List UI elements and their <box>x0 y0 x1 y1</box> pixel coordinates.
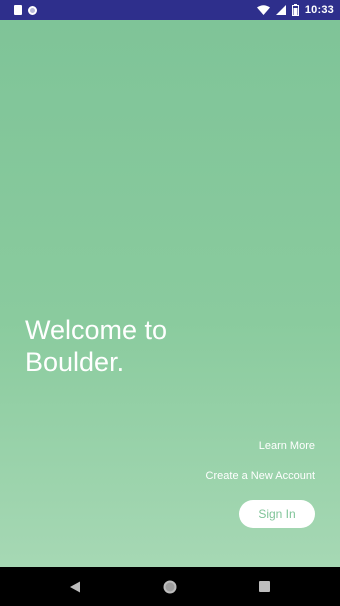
back-button[interactable] <box>55 567 95 606</box>
status-bar-right: 10:33 <box>256 4 334 16</box>
sign-in-button[interactable]: Sign In <box>239 500 315 528</box>
sim-card-icon <box>14 5 22 15</box>
welcome-screen: Welcome to Boulder. Learn More Create a … <box>0 20 340 567</box>
status-bar: 10:33 <box>0 0 340 20</box>
home-icon <box>163 580 177 593</box>
create-account-link[interactable]: Create a New Account <box>206 470 315 482</box>
battery-icon <box>291 4 299 16</box>
wifi-icon <box>256 5 270 15</box>
recents-button[interactable] <box>244 567 284 606</box>
status-time: 10:33 <box>304 4 334 16</box>
status-bar-left <box>14 5 37 15</box>
circle-notification-icon <box>28 5 37 15</box>
cell-signal-icon <box>275 5 286 15</box>
learn-more-link[interactable]: Learn More <box>259 440 315 452</box>
back-icon <box>70 581 80 592</box>
welcome-line-2: Boulder. <box>25 347 125 377</box>
navigation-bar <box>0 567 340 606</box>
recents-icon <box>258 581 270 592</box>
home-button[interactable] <box>150 567 190 606</box>
welcome-line-1: Welcome to <box>25 315 168 345</box>
app-screen: 10:33 Welcome to Boulder. Learn More Cre… <box>0 0 340 606</box>
welcome-heading: Welcome to Boulder. <box>25 314 245 378</box>
